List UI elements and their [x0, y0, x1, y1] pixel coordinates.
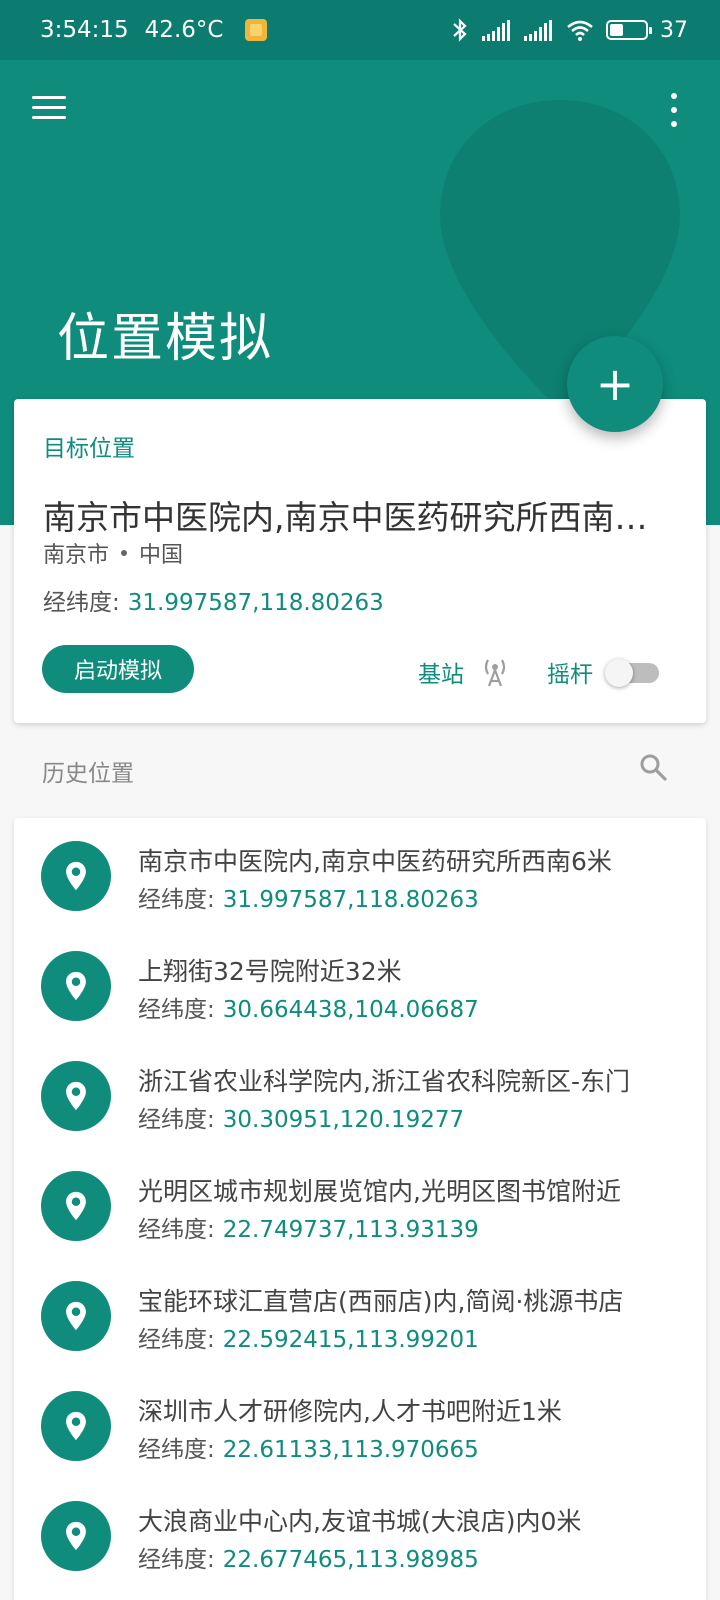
coord-label: 经纬度:	[138, 1437, 215, 1463]
location-pin-icon	[41, 1501, 111, 1571]
history-list: 南京市中医院内,南京中医药研究所西南6米 经纬度: 31.997587,118.80…	[14, 818, 706, 1600]
more-vert-icon[interactable]	[668, 93, 680, 127]
history-item[interactable]: 深圳市人才研修院内,人才书吧附近1米 经纬度: 22.61133,113.97066…	[14, 1368, 706, 1478]
status-time: 3:54:15	[40, 17, 129, 43]
start-simulation-button[interactable]: 启动模拟	[42, 645, 194, 693]
add-location-button[interactable]: +	[567, 336, 663, 432]
target-region: 南京市 中国	[43, 537, 183, 569]
notification-icon	[245, 19, 268, 41]
coord-label: 经纬度:	[138, 887, 215, 913]
search-icon[interactable]	[638, 752, 668, 782]
joystick-switch[interactable]	[605, 659, 659, 687]
location-pin-icon	[41, 1281, 111, 1351]
status-bar: 3:54:15 42.6°C 37	[0, 0, 720, 60]
history-item-coordinates: 经纬度: 31.997587,118.80263	[138, 880, 479, 914]
coord-value: 30.30951,120.19277	[222, 1107, 465, 1133]
coord-value: 22.61133,113.970665	[222, 1437, 479, 1463]
target-section-label: 目标位置	[43, 436, 135, 462]
separator-dot	[121, 550, 128, 556]
history-item[interactable]: 上翔街32号院附近32米 经纬度: 30.664438,104.06687	[14, 928, 706, 1038]
wifi-icon	[567, 20, 593, 41]
coord-label: 经纬度:	[138, 997, 215, 1023]
antenna-icon	[484, 659, 506, 687]
battery-icon	[606, 20, 652, 40]
history-item-name: 上翔街32号院附近32米	[138, 957, 402, 986]
coord-label: 经纬度:	[138, 1217, 215, 1243]
history-item[interactable]: 光明区城市规划展览馆内,光明区图书馆附近 经纬度: 22.749737,113.93…	[14, 1148, 706, 1258]
location-pin-icon	[41, 841, 111, 911]
coord-value: 22.749737,113.93139	[222, 1217, 479, 1243]
signal-icon-2	[524, 20, 552, 41]
location-pin-icon	[41, 951, 111, 1021]
target-country: 中国	[139, 543, 184, 568]
menu-icon[interactable]	[32, 96, 66, 120]
history-item-coordinates: 经纬度: 30.30951,120.19277	[138, 1100, 464, 1134]
target-location-name: 南京市中医院内,南京中医药研究所西南6米	[43, 498, 663, 537]
history-item-name: 大浪商业中心内,友谊书城(大浪店)内0米	[138, 1507, 582, 1536]
history-item-name: 光明区城市规划展览馆内,光明区图书馆附近	[138, 1177, 621, 1206]
history-item-name: 深圳市人才研修院内,人才书吧附近1米	[138, 1397, 562, 1426]
status-left: 3:54:15 42.6°C	[40, 17, 268, 43]
page-title: 位置模拟	[57, 309, 274, 369]
target-location-card: 目标位置 南京市中医院内,南京中医药研究所西南6米 南京市 中国 经纬度: 31.…	[14, 399, 706, 723]
history-item-name: 浙江省农业科学院内,浙江省农科院新区-东门	[138, 1067, 630, 1096]
bluetooth-icon	[453, 18, 467, 42]
history-item-coordinates: 经纬度: 30.664438,104.06687	[138, 990, 479, 1024]
history-item[interactable]: 宝能环球汇直营店(西丽店)内,简阅·桃源书店 经纬度: 22.592415,113.…	[14, 1258, 706, 1368]
history-title: 历史位置	[42, 761, 134, 787]
coord-value: 30.664438,104.06687	[222, 997, 479, 1023]
location-pin-icon	[41, 1171, 111, 1241]
history-item[interactable]: 南京市中医院内,南京中医药研究所西南6米 经纬度: 31.997587,118.80…	[14, 818, 706, 928]
coord-label: 经纬度:	[138, 1327, 215, 1353]
battery-level: 37	[660, 17, 688, 43]
base-station-toggle[interactable]: 基站	[418, 655, 510, 689]
switch-thumb	[605, 659, 633, 687]
history-item-name: 宝能环球汇直营店(西丽店)内,简阅·桃源书店	[138, 1287, 624, 1316]
coord-label: 经纬度:	[43, 590, 120, 616]
coord-value: 31.997587,118.80263	[222, 887, 479, 913]
history-item-coordinates: 经纬度: 22.61133,113.970665	[138, 1430, 479, 1464]
coord-label: 经纬度:	[138, 1107, 215, 1133]
coord-value: 22.592415,113.99201	[222, 1327, 479, 1353]
status-right: 37	[450, 18, 688, 43]
battery-fill	[610, 24, 623, 36]
coord-value: 31.997587,118.80263	[127, 590, 384, 616]
joystick-control: 摇杆	[547, 655, 659, 689]
target-city: 南京市	[43, 543, 110, 568]
history-item-coordinates: 经纬度: 22.592415,113.99201	[138, 1320, 479, 1354]
history-item[interactable]: 浙江省农业科学院内,浙江省农科院新区-东门 经纬度: 30.30951,120.19…	[14, 1038, 706, 1148]
history-item-coordinates: 经纬度: 22.749737,113.93139	[138, 1210, 479, 1244]
joystick-label: 摇杆	[547, 662, 593, 688]
history-item-name: 南京市中医院内,南京中医药研究所西南6米	[138, 847, 612, 876]
target-coordinates: 经纬度: 31.997587,118.80263	[43, 583, 384, 617]
base-station-label: 基站	[418, 662, 464, 688]
signal-icon	[482, 20, 510, 41]
coord-label: 经纬度:	[138, 1547, 215, 1573]
status-temperature: 42.6°C	[144, 17, 224, 43]
history-item-coordinates: 经纬度: 22.677465,113.98985	[138, 1540, 479, 1574]
coord-value: 22.677465,113.98985	[222, 1547, 479, 1573]
history-item[interactable]: 大浪商业中心内,友谊书城(大浪店)内0米 经纬度: 22.677465,113.98…	[14, 1478, 706, 1588]
location-pin-icon	[41, 1061, 111, 1131]
location-pin-icon	[41, 1391, 111, 1461]
